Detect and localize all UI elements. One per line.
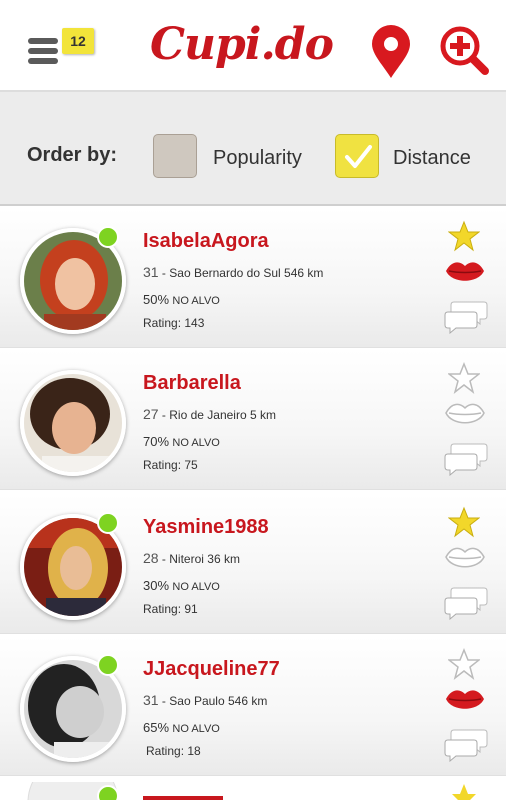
favorite-button[interactable] — [446, 647, 482, 680]
star-icon — [447, 506, 481, 538]
profile-row[interactable]: Barbarella 27 - Rio de Janeiro 5 km 70% … — [0, 350, 506, 490]
favorite-button[interactable] — [447, 220, 481, 252]
profile-name[interactable]: IsabelaAgora — [143, 230, 269, 253]
profile-distance: 546 km — [228, 694, 268, 708]
profile-age: 27 — [143, 406, 159, 422]
profile-meta: 31 - Sao Paulo 546 km — [143, 692, 267, 708]
match-percent: 65% — [143, 720, 170, 735]
match-percent: 30% — [143, 578, 170, 593]
order-by-bar: Order by: Popularity Distance — [0, 90, 506, 206]
profile-meta: 31 - Sao Bernardo do Sul 546 km — [143, 264, 323, 280]
profile-name[interactable]: Barbarella — [143, 372, 241, 395]
profile-match: 65% NO ALVO — [143, 720, 220, 735]
popularity-label[interactable]: Popularity — [213, 147, 302, 170]
kiss-button[interactable] — [444, 686, 486, 714]
favorite-button[interactable] — [447, 506, 481, 538]
profile-meta: 27 - Rio de Janeiro 5 km — [143, 406, 276, 422]
match-label: NO ALVO — [172, 723, 220, 735]
profile-city: Rio de Janeiro — [169, 408, 247, 422]
distance-checkbox[interactable] — [335, 134, 379, 178]
lips-icon — [446, 262, 484, 281]
menu-icon-bar — [28, 48, 58, 54]
profile-row-partial[interactable] — [0, 756, 506, 800]
profile-rating: Rating: 75 — [143, 458, 198, 472]
star-icon — [446, 361, 482, 394]
profile-age: 28 — [143, 550, 159, 566]
profile-name[interactable]: Yasmine1988 — [143, 516, 269, 539]
online-indicator — [97, 512, 119, 534]
profile-rating: Rating: 18 — [146, 744, 201, 758]
star-icon — [446, 647, 482, 680]
profile-city: Sao Paulo — [169, 694, 225, 708]
profile-distance: 546 km — [284, 266, 324, 280]
chat-bubbles-icon — [444, 729, 488, 763]
lips-icon — [445, 403, 485, 424]
match-label: NO ALVO — [172, 437, 220, 449]
favorite-button[interactable] — [446, 361, 482, 394]
chat-bubbles-icon — [444, 443, 488, 477]
match-label: NO ALVO — [172, 581, 220, 593]
profile-list[interactable]: IsabelaAgora 31 - Sao Bernardo do Sul 54… — [0, 208, 506, 800]
order-by-label: Order by: — [27, 144, 118, 166]
profile-distance: 36 km — [207, 552, 240, 566]
chat-bubbles-icon — [444, 587, 488, 621]
chat-button[interactable] — [444, 728, 488, 763]
star-icon — [447, 220, 481, 252]
profile-match: 70% NO ALVO — [143, 434, 220, 449]
match-percent: 50% — [143, 292, 170, 307]
profile-distance: 5 km — [250, 408, 277, 422]
profile-photo — [24, 374, 122, 472]
profile-row[interactable]: IsabelaAgora 31 - Sao Bernardo do Sul 54… — [0, 208, 506, 348]
chat-button[interactable] — [444, 442, 488, 477]
menu-icon — [28, 38, 58, 44]
avatar[interactable] — [20, 370, 126, 476]
profile-match: 30% NO ALVO — [143, 578, 220, 593]
profile-meta: 28 - Niteroi 36 km — [143, 550, 240, 566]
distance-label[interactable]: Distance — [393, 147, 471, 170]
profile-age: 31 — [143, 692, 159, 708]
menu-icon-bar — [28, 58, 58, 64]
chat-button[interactable] — [444, 300, 488, 335]
profile-match: 50% NO ALVO — [143, 292, 220, 307]
popularity-checkbox[interactable] — [153, 134, 197, 178]
profile-name[interactable]: JJacqueline77 — [143, 658, 280, 681]
app-header: 12 Cupi.do — [0, 0, 506, 90]
notification-badge[interactable]: 12 — [62, 28, 94, 54]
profile-rating: Rating: 91 — [143, 602, 198, 616]
add-search-button[interactable] — [438, 24, 490, 78]
profile-city: Niteroi — [169, 552, 204, 566]
profile-row[interactable]: JJacqueline77 31 - Sao Paulo 546 km 65% … — [0, 636, 506, 776]
online-indicator — [97, 654, 119, 676]
add-search-icon — [440, 26, 489, 75]
kiss-button[interactable] — [444, 400, 486, 428]
kiss-button[interactable] — [444, 258, 486, 286]
profile-rating: Rating: 143 — [143, 316, 205, 330]
match-label: NO ALVO — [172, 295, 220, 307]
checkmark-icon — [345, 145, 372, 168]
app-logo: Cupi.do — [150, 19, 334, 70]
profile-age: 31 — [143, 264, 159, 280]
match-percent: 70% — [143, 434, 170, 449]
menu-button[interactable] — [28, 36, 62, 68]
profile-row[interactable]: Yasmine1988 28 - Niteroi 36 km 30% NO AL… — [0, 494, 506, 634]
online-indicator — [97, 226, 119, 248]
lips-icon — [445, 547, 485, 568]
kiss-button[interactable] — [444, 544, 486, 572]
lips-icon — [446, 690, 484, 709]
location-button[interactable] — [368, 24, 414, 80]
profile-city: Sao Bernardo do Sul — [169, 266, 281, 280]
partial-row-content — [27, 756, 476, 800]
chat-bubbles-icon — [444, 301, 488, 335]
chat-button[interactable] — [444, 586, 488, 621]
location-pin-icon — [372, 25, 410, 78]
